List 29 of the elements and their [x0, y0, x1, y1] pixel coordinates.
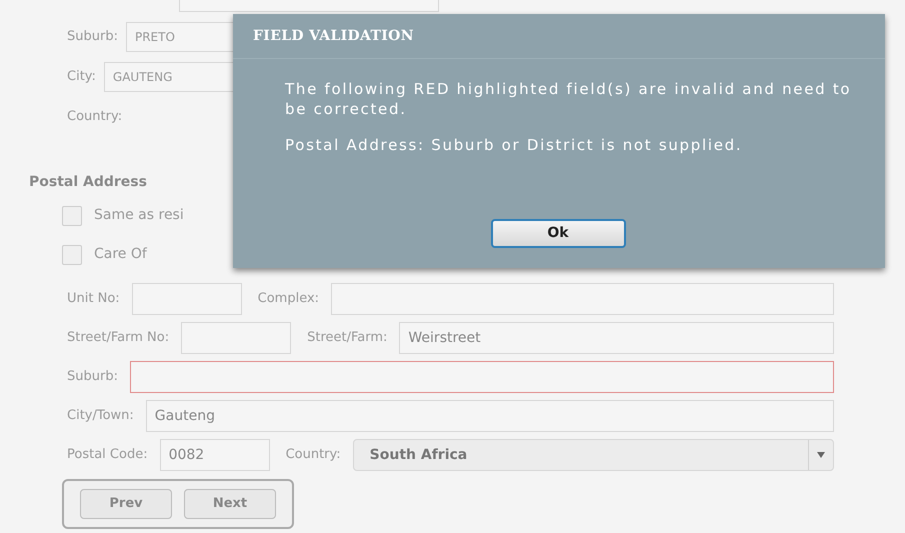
- nav-button[interactable]: Prev: [80, 489, 172, 519]
- dialog-message: The following RED highlighted field(s) are invalid and need to be corrected.: [285, 79, 852, 119]
- field-label: Suburb:: [67, 28, 118, 46]
- field-label: City:: [67, 68, 96, 86]
- field-label: Unit No:: [67, 290, 120, 308]
- field-label: Country:: [286, 446, 341, 464]
- country-select[interactable]: South Africa: [352, 439, 834, 471]
- input-field[interactable]: [331, 283, 834, 315]
- dialog-message: Postal Address: Suburb or District is not supplied.: [285, 135, 744, 155]
- input-field[interactable]: Gauteng: [146, 400, 834, 432]
- field-label: Suburb:: [67, 368, 118, 386]
- field-label: Street/Farm No:: [67, 329, 170, 348]
- ok-button[interactable]: Ok: [490, 219, 626, 248]
- nav-button[interactable]: Next: [184, 489, 276, 519]
- input-field[interactable]: [130, 361, 834, 393]
- input-field[interactable]: [132, 283, 242, 315]
- input-field[interactable]: [181, 322, 292, 354]
- dropdown-caret-icon: [817, 452, 825, 458]
- input-field[interactable]: [179, 0, 439, 12]
- section-heading: Postal Address: [29, 173, 148, 192]
- field-label: City/Town:: [67, 407, 134, 426]
- checkbox[interactable]: [62, 244, 82, 264]
- field-label: Country:: [67, 108, 122, 126]
- field-label: Postal Code:: [67, 446, 148, 464]
- checkbox[interactable]: [62, 206, 82, 226]
- field-label: Street/Farm:: [307, 329, 388, 348]
- field-label: Complex:: [258, 290, 320, 308]
- input-field[interactable]: Weirstreet: [399, 322, 834, 354]
- input-field[interactable]: 0082: [160, 439, 270, 471]
